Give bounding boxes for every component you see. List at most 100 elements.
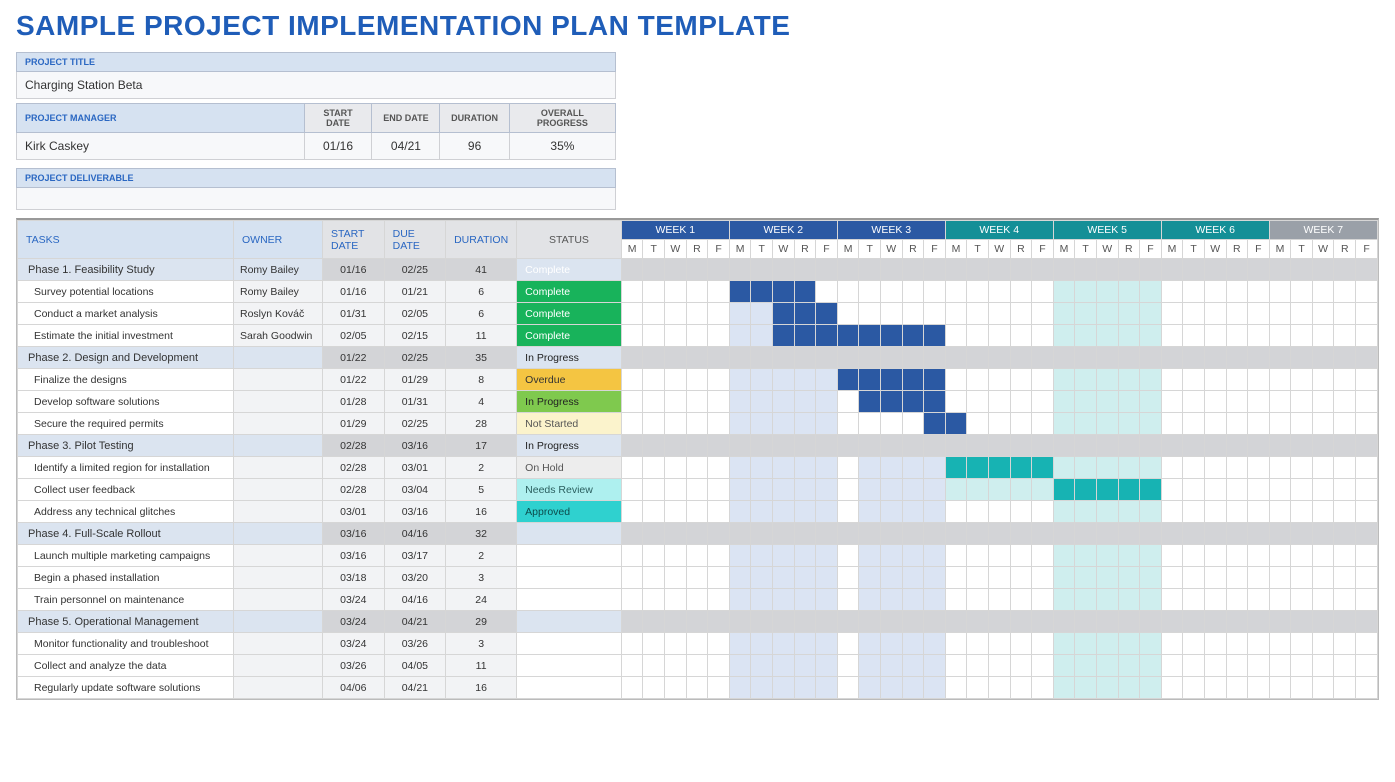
task-owner[interactable]	[234, 479, 323, 501]
task-name[interactable]: Estimate the initial investment	[18, 325, 234, 347]
task-start[interactable]: 03/26	[323, 655, 385, 677]
task-name[interactable]: Develop software solutions	[18, 391, 234, 413]
task-due[interactable]: 02/25	[384, 259, 445, 281]
task-start[interactable]: 02/28	[323, 479, 385, 501]
task-status[interactable]	[517, 545, 622, 567]
task-owner[interactable]	[234, 523, 323, 545]
task-start[interactable]: 03/18	[323, 567, 385, 589]
task-owner[interactable]	[234, 633, 323, 655]
task-owner[interactable]	[234, 391, 323, 413]
task-status[interactable]: Approved	[517, 501, 622, 523]
task-start[interactable]: 03/16	[323, 523, 385, 545]
task-status[interactable]: In Progress	[517, 435, 622, 457]
task-name[interactable]: Survey potential locations	[18, 281, 234, 303]
task-due[interactable]: 03/16	[384, 501, 445, 523]
task-due[interactable]: 04/21	[384, 611, 445, 633]
task-start[interactable]: 01/31	[323, 303, 385, 325]
task-start[interactable]: 02/28	[323, 457, 385, 479]
task-status[interactable]: Complete	[517, 325, 622, 347]
task-due[interactable]: 01/31	[384, 391, 445, 413]
task-status[interactable]: Not Started	[517, 413, 622, 435]
task-status[interactable]	[517, 655, 622, 677]
task-name[interactable]: Begin a phased installation	[18, 567, 234, 589]
project-title-value[interactable]: Charging Station Beta	[17, 72, 616, 99]
task-name[interactable]: Regularly update software solutions	[18, 677, 234, 699]
task-owner[interactable]: Sarah Goodwin	[234, 325, 323, 347]
task-due[interactable]: 04/21	[384, 677, 445, 699]
task-owner[interactable]	[234, 413, 323, 435]
task-name[interactable]: Collect user feedback	[18, 479, 234, 501]
task-due[interactable]: 03/17	[384, 545, 445, 567]
task-due[interactable]: 04/05	[384, 655, 445, 677]
task-start[interactable]: 02/05	[323, 325, 385, 347]
task-status[interactable]	[517, 677, 622, 699]
task-name[interactable]: Secure the required permits	[18, 413, 234, 435]
task-owner[interactable]	[234, 677, 323, 699]
task-status[interactable]	[517, 523, 622, 545]
task-start[interactable]: 01/22	[323, 369, 385, 391]
task-owner[interactable]	[234, 501, 323, 523]
task-name[interactable]: Identify a limited region for installati…	[18, 457, 234, 479]
task-status[interactable]: On Hold	[517, 457, 622, 479]
task-due[interactable]: 04/16	[384, 589, 445, 611]
task-status[interactable]: Complete	[517, 303, 622, 325]
task-status[interactable]	[517, 611, 622, 633]
task-start[interactable]: 03/01	[323, 501, 385, 523]
task-name[interactable]: Address any technical glitches	[18, 501, 234, 523]
task-name[interactable]: Phase 1. Feasibility Study	[18, 259, 234, 281]
task-name[interactable]: Collect and analyze the data	[18, 655, 234, 677]
task-status[interactable]: Overdue	[517, 369, 622, 391]
task-due[interactable]: 01/21	[384, 281, 445, 303]
task-status[interactable]: Complete	[517, 281, 622, 303]
task-due[interactable]: 02/15	[384, 325, 445, 347]
task-status[interactable]	[517, 633, 622, 655]
task-name[interactable]: Phase 3. Pilot Testing	[18, 435, 234, 457]
task-name[interactable]: Launch multiple marketing campaigns	[18, 545, 234, 567]
task-status[interactable]	[517, 589, 622, 611]
task-start[interactable]: 04/06	[323, 677, 385, 699]
task-due[interactable]: 03/04	[384, 479, 445, 501]
task-owner[interactable]	[234, 545, 323, 567]
task-start[interactable]: 01/16	[323, 259, 385, 281]
task-start[interactable]: 01/28	[323, 391, 385, 413]
task-status[interactable]: Needs Review	[517, 479, 622, 501]
task-owner[interactable]	[234, 457, 323, 479]
project-start-date[interactable]: 01/16	[304, 133, 372, 160]
task-owner[interactable]: Romy Bailey	[234, 259, 323, 281]
task-start[interactable]: 03/24	[323, 611, 385, 633]
task-owner[interactable]: Romy Bailey	[234, 281, 323, 303]
task-start[interactable]: 03/16	[323, 545, 385, 567]
task-name[interactable]: Conduct a market analysis	[18, 303, 234, 325]
task-owner[interactable]	[234, 611, 323, 633]
task-name[interactable]: Train personnel on maintenance	[18, 589, 234, 611]
task-due[interactable]: 03/20	[384, 567, 445, 589]
task-name[interactable]: Phase 2. Design and Development	[18, 347, 234, 369]
task-start[interactable]: 02/28	[323, 435, 385, 457]
task-start[interactable]: 03/24	[323, 633, 385, 655]
task-start[interactable]: 01/16	[323, 281, 385, 303]
task-start[interactable]: 01/29	[323, 413, 385, 435]
task-due[interactable]: 02/05	[384, 303, 445, 325]
task-owner[interactable]	[234, 567, 323, 589]
task-name[interactable]: Phase 4. Full-Scale Rollout	[18, 523, 234, 545]
project-manager-value[interactable]: Kirk Caskey	[17, 133, 305, 160]
task-owner[interactable]	[234, 655, 323, 677]
task-start[interactable]: 01/22	[323, 347, 385, 369]
task-owner[interactable]	[234, 589, 323, 611]
task-due[interactable]: 04/16	[384, 523, 445, 545]
task-owner[interactable]	[234, 435, 323, 457]
task-status[interactable]: In Progress	[517, 347, 622, 369]
task-owner[interactable]: Roslyn Kováč	[234, 303, 323, 325]
task-due[interactable]: 03/16	[384, 435, 445, 457]
task-owner[interactable]	[234, 369, 323, 391]
task-name[interactable]: Finalize the designs	[18, 369, 234, 391]
task-due[interactable]: 02/25	[384, 413, 445, 435]
task-name[interactable]: Phase 5. Operational Management	[18, 611, 234, 633]
project-deliverable-value[interactable]	[17, 188, 616, 210]
task-status[interactable]: Complete	[517, 259, 622, 281]
task-owner[interactable]	[234, 347, 323, 369]
task-due[interactable]: 01/29	[384, 369, 445, 391]
task-start[interactable]: 03/24	[323, 589, 385, 611]
task-name[interactable]: Monitor functionality and troubleshoot	[18, 633, 234, 655]
plan-table-wrap[interactable]: TASKSOWNERSTART DATEDUE DATEDURATIONSTAT…	[16, 218, 1379, 700]
